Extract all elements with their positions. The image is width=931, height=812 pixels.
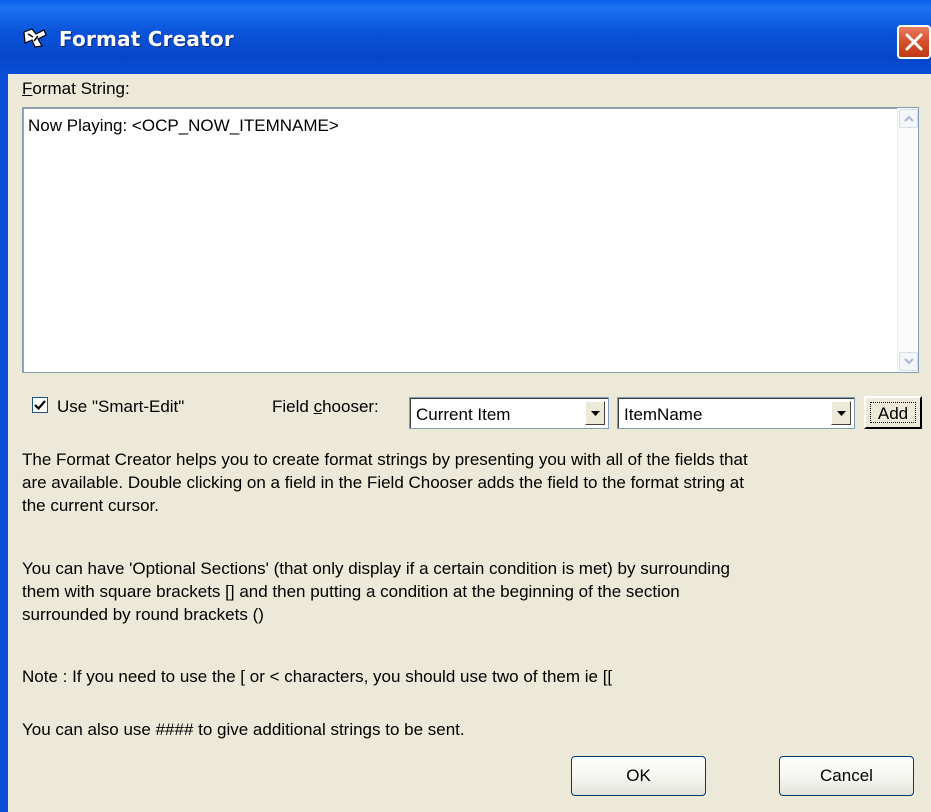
help-paragraph-1: The Format Creator helps you to create f… xyxy=(22,450,748,515)
field-name-dropdown-button[interactable] xyxy=(831,401,851,425)
smart-edit-checkbox[interactable] xyxy=(32,397,48,413)
window-title: Format Creator xyxy=(59,27,234,51)
chevron-up-icon xyxy=(904,115,914,122)
help-extra-strings: You can also use #### to give additional… xyxy=(22,720,465,739)
format-string-label: Format String: xyxy=(22,79,130,98)
close-button[interactable] xyxy=(897,25,931,59)
scroll-up-button[interactable] xyxy=(899,109,918,128)
field-category-value: Current Item xyxy=(416,405,511,424)
add-field-button[interactable]: Add xyxy=(864,396,922,429)
field-category-select[interactable]: Current Item xyxy=(409,397,609,429)
app-icon xyxy=(22,26,48,50)
format-string-textarea[interactable]: Now Playing: <OCP_NOW_ITEMNAME> xyxy=(22,107,919,373)
field-name-select[interactable]: ItemName xyxy=(617,397,855,429)
add-field-label: Add xyxy=(870,402,916,423)
smart-edit-label[interactable]: Use "Smart-Edit" xyxy=(57,397,184,417)
help-paragraph-2: You can have 'Optional Sections' (that o… xyxy=(22,559,730,624)
checkmark-icon xyxy=(34,400,46,411)
chevron-down-icon xyxy=(904,358,914,365)
scroll-down-button[interactable] xyxy=(899,352,918,371)
field-name-value: ItemName xyxy=(624,405,703,424)
close-icon xyxy=(905,33,923,51)
format-string-value: Now Playing: <OCP_NOW_ITEMNAME> xyxy=(28,116,339,135)
field-category-dropdown-button[interactable] xyxy=(585,401,605,425)
chevron-down-icon xyxy=(837,411,846,416)
title-bar[interactable]: Format Creator xyxy=(0,0,931,74)
vertical-scrollbar[interactable] xyxy=(897,108,918,372)
help-note: Note : If you need to use the [ or < cha… xyxy=(22,667,613,686)
field-chooser-label: Field chooser: xyxy=(272,397,379,416)
ok-button[interactable]: OK xyxy=(571,756,706,796)
cancel-button[interactable]: Cancel xyxy=(779,756,914,796)
chevron-down-icon xyxy=(591,411,600,416)
